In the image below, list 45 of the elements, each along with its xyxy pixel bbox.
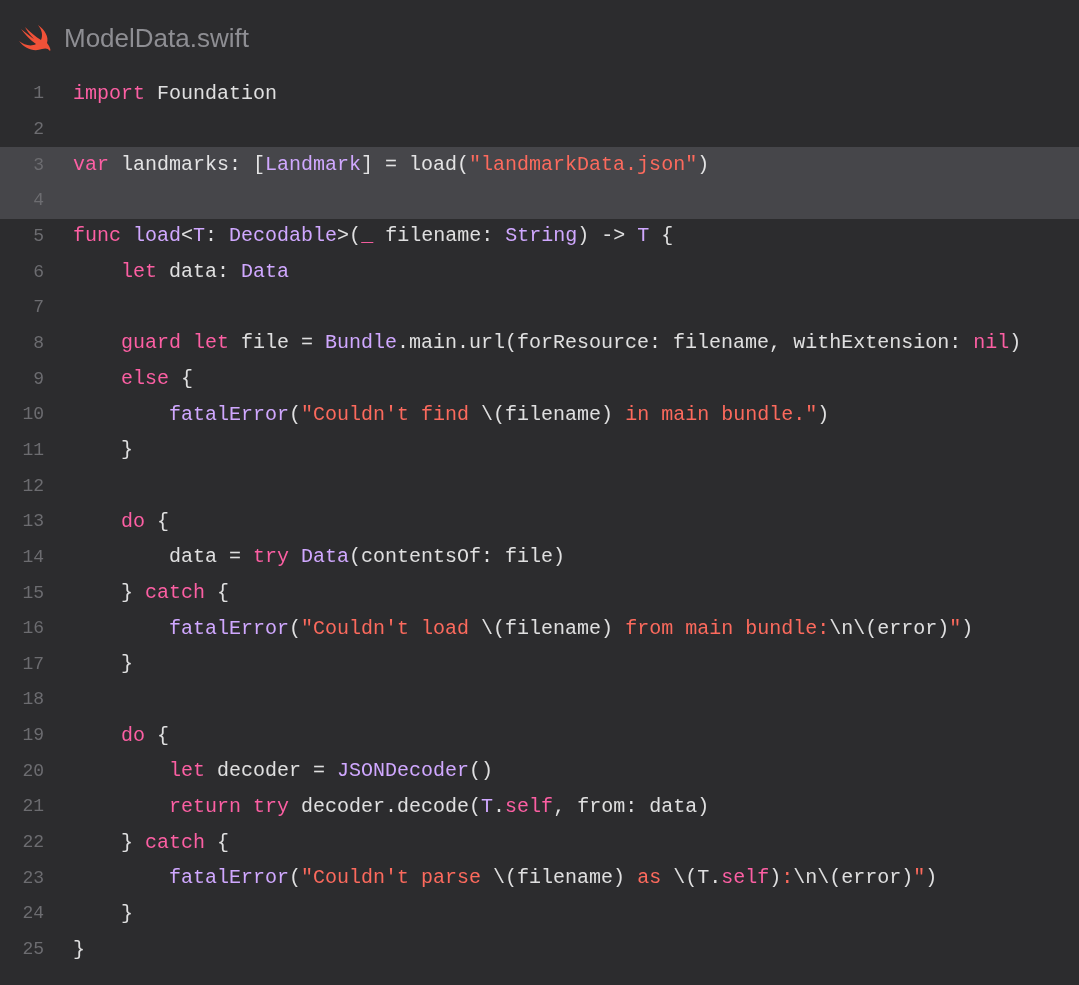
line-number: 8	[32, 331, 44, 355]
code-line: } catch {	[120, 829, 230, 856]
code-line: let data: Data	[120, 259, 290, 286]
code-line: }	[120, 900, 133, 927]
line-number: 23	[21, 866, 44, 890]
line-number: 25	[21, 938, 44, 962]
code-line: }	[120, 437, 133, 464]
line-number: 10	[21, 403, 44, 427]
line-number: 22	[21, 831, 44, 855]
line-number: 13	[21, 510, 44, 534]
code-line: fatalError("Couldn't find \(filename) in main bundle.")	[168, 401, 830, 428]
line-number: 20	[21, 759, 44, 783]
code-line: guard let file = Bundle.main.url(forResource: filename, withExtension: nil)	[120, 330, 1022, 357]
line-number: 15	[21, 581, 44, 605]
code-line: }	[73, 936, 85, 963]
code-line: fatalError("Couldn't load \(filename) from main bundle:\n\(error)")	[168, 615, 974, 642]
code-line: do {	[120, 508, 170, 535]
line-number: 17	[21, 652, 44, 676]
code-line: fatalError("Couldn't parse \(filename) as \(T.self):\n\(error)")	[168, 865, 938, 892]
code-line: else {	[120, 366, 194, 393]
line-number: 6	[32, 260, 44, 284]
line-number: 5	[32, 224, 44, 248]
file-title: ModelData.swift	[64, 25, 249, 51]
line-number: 12	[21, 474, 44, 498]
line-number: 19	[21, 724, 44, 748]
line-number: 9	[32, 367, 44, 391]
line-number: 18	[21, 688, 44, 712]
line-number: 2	[32, 118, 44, 141]
code-line: import Foundation	[73, 80, 278, 107]
code-line: func load<T: Decodable>(_ filename: String) -> T {	[73, 223, 674, 250]
line-number: 21	[21, 795, 44, 819]
code-line: }	[120, 651, 133, 678]
code-line: return try decoder.decode(T.self, from: data)	[168, 793, 710, 820]
swift-bird-icon	[18, 24, 52, 52]
line-number: 16	[21, 617, 44, 641]
code-line: data = try Data(contentsOf: file)	[168, 544, 566, 571]
line-number: 7	[32, 296, 44, 320]
code-line: } catch {	[120, 580, 230, 606]
code-line: do {	[120, 722, 170, 749]
code-line: var landmarks: [Landmark] = load("landmarkData.json")	[73, 152, 710, 179]
line-number: 24	[21, 902, 44, 926]
line-number: 14	[21, 545, 44, 569]
line-number: 1	[32, 82, 44, 106]
line-number: 11	[21, 438, 44, 462]
code-line: let decoder = JSONDecoder()	[168, 758, 494, 785]
